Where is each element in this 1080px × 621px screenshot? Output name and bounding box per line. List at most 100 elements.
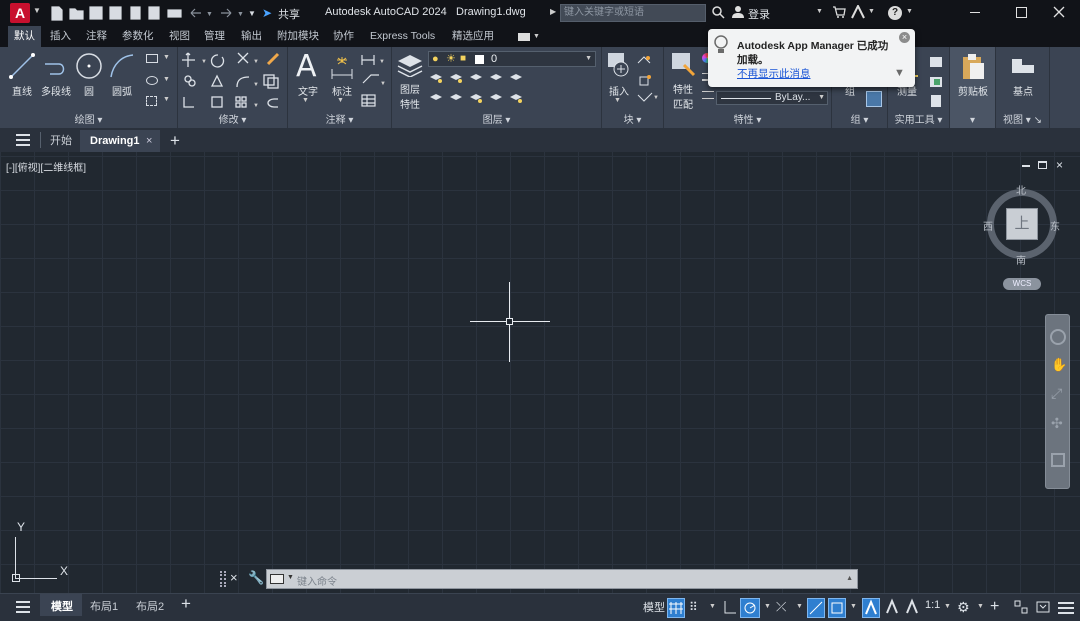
annotation-autoscale-icon[interactable] [884, 598, 902, 618]
signin-button[interactable]: 登录 [748, 6, 770, 22]
dimension-button[interactable]: 标注 [328, 83, 356, 98]
layer-tools-icons[interactable] [428, 71, 564, 111]
insert-dropdown-icon[interactable]: ▼ [614, 97, 621, 104]
tab-output[interactable]: 输出 [241, 26, 262, 47]
orbit-icon[interactable]: ✣ [1051, 415, 1063, 432]
isodraft-icon[interactable]: ⤫ [776, 598, 792, 618]
viewcube[interactable]: 北 南 东 西 上 [983, 186, 1060, 267]
boundary-dropdown-icon[interactable]: ▼ [163, 96, 170, 103]
share-icon[interactable]: ➤ [262, 6, 272, 20]
scale-dropdown-icon[interactable]: ▼ [944, 603, 951, 610]
modify-panel-title[interactable]: 修改 ▾ [178, 111, 287, 126]
basepoint-icon[interactable] [1010, 55, 1036, 77]
notification-expand-icon[interactable]: ▼ [894, 67, 905, 79]
object-snap-icon[interactable] [828, 598, 846, 618]
search-input[interactable]: 键入关键字或短语 [560, 4, 706, 22]
layer-dropdown[interactable]: ● ☀ ■ 0 ▼ [428, 51, 596, 67]
circle-button[interactable]: 圆 [78, 83, 100, 98]
line-button[interactable]: 直线 [6, 83, 38, 98]
file-menu-icon[interactable] [16, 134, 30, 146]
tab-drawing1-label[interactable]: Drawing1 [90, 130, 140, 152]
compass-south[interactable]: 南 [1016, 252, 1026, 267]
clipboard-dropdown-icon[interactable]: ▾ [950, 115, 995, 126]
layout-menu-icon[interactable] [16, 601, 30, 613]
ribbon-minimize-dropdown-icon[interactable]: ▼ [533, 33, 540, 40]
user-icon[interactable] [731, 5, 745, 19]
autodesk-a360-icon[interactable] [850, 5, 866, 19]
workspace-gear-icon[interactable]: ⚙ [957, 598, 973, 618]
hatch-dropdown-icon[interactable]: ▼ [163, 76, 170, 83]
showmotion-icon[interactable] [1051, 453, 1065, 467]
pan-icon[interactable]: ✋ [1051, 357, 1067, 372]
units-icon[interactable] [1013, 598, 1029, 618]
isodraft-dropdown-icon[interactable]: ▼ [796, 603, 803, 610]
tab-model-label[interactable]: 模型 [51, 598, 73, 614]
viewport-close-icon[interactable]: × [1056, 158, 1063, 172]
layer-properties-icon[interactable] [396, 51, 424, 77]
annotation-scale-value[interactable]: 1:1 [925, 599, 940, 611]
block-panel-title[interactable]: 块 ▾ [602, 111, 663, 126]
drawing-canvas[interactable]: [-][俯视][二维线框] × 北 南 东 西 上 WCS ✋ ⤢ ✣ Y X … [0, 152, 1080, 593]
autocad-logo[interactable]: A [10, 3, 30, 23]
boundary-icon[interactable] [146, 96, 157, 106]
annotation-scale-icon[interactable] [904, 598, 922, 618]
tab-layout2[interactable]: 布局2 [136, 598, 164, 614]
clean-screen-icon[interactable] [1035, 598, 1053, 618]
search-icon[interactable] [711, 5, 725, 19]
dont-show-again-link[interactable]: 不再显示此消息 [737, 66, 811, 81]
model-space-button[interactable]: 模型 [643, 599, 665, 615]
maximize-button[interactable] [1016, 7, 1027, 18]
linetype-icon[interactable] [702, 91, 714, 99]
share-button[interactable]: 共享 [278, 6, 300, 22]
tab-manage[interactable]: 管理 [204, 26, 225, 47]
command-history-dropdown-icon[interactable]: ▼ [287, 574, 294, 581]
close-button[interactable] [1052, 5, 1066, 19]
command-close-icon[interactable]: × [230, 570, 238, 585]
annotation-panel-title[interactable]: 注释 ▾ [288, 111, 391, 126]
notification-close-icon[interactable]: × [899, 32, 910, 43]
linetype-dropdown[interactable]: ByLay... ▼ [716, 91, 828, 105]
compass-west[interactable]: 西 [983, 218, 993, 233]
command-input[interactable]: ▼ 键入命令 ▲ [266, 569, 858, 589]
snap-dropdown-icon[interactable]: ▼ [709, 603, 716, 610]
circle-icon[interactable] [74, 51, 104, 81]
utilities-panel-title[interactable]: 实用工具 ▾ [888, 111, 949, 126]
polar-dropdown-icon[interactable]: ▼ [764, 603, 771, 610]
help-dropdown-icon[interactable]: ▼ [906, 8, 913, 15]
tab-express-tools[interactable]: Express Tools [370, 26, 435, 47]
polyline-button[interactable]: 多段线 [38, 83, 74, 98]
workspace-dropdown-icon[interactable]: ▼ [977, 603, 984, 610]
match-properties-button[interactable]: 特性 匹配 [666, 81, 700, 111]
draw-panel-title[interactable]: 绘图 ▾ [0, 111, 177, 126]
wcs-menu[interactable]: WCS [1003, 278, 1041, 290]
command-grip-icon[interactable] [220, 571, 226, 587]
polyline-icon[interactable] [42, 52, 70, 80]
tab-close-icon[interactable]: × [146, 135, 152, 147]
arc-icon[interactable] [108, 52, 136, 80]
tab-default[interactable]: 默认 [8, 26, 41, 47]
line-icon[interactable] [8, 52, 36, 80]
steering-wheel-icon[interactable] [1050, 329, 1066, 345]
tab-annotate[interactable]: 注释 [86, 26, 107, 47]
dimension-dropdown-icon[interactable]: ▼ [337, 97, 344, 104]
grid-display-icon[interactable] [667, 598, 685, 618]
compass-north[interactable]: 北 [1016, 182, 1026, 197]
hatch-icon[interactable] [146, 76, 158, 85]
app-menu-arrow-icon[interactable]: ▼ [33, 6, 41, 15]
viewcube-top-face[interactable]: 上 [1006, 208, 1038, 240]
layer-properties-button[interactable]: 图层 特性 [394, 81, 426, 111]
object-snap-tracking-icon[interactable] [807, 598, 825, 618]
zoom-icon[interactable]: ⤢ [1051, 385, 1062, 402]
annotation-visibility-icon[interactable] [862, 598, 880, 618]
cart-icon[interactable] [832, 5, 846, 19]
ribbon-minimize-icon[interactable] [518, 33, 530, 41]
viewport-controls-label[interactable]: [-][俯视][二维线框] [6, 159, 86, 174]
arc-button[interactable]: 圆弧 [106, 83, 138, 98]
viewport-minimize-icon[interactable] [1022, 165, 1030, 167]
polar-tracking-icon[interactable] [740, 598, 760, 618]
tab-view[interactable]: 视图 [169, 26, 190, 47]
tab-start[interactable]: 开始 [50, 130, 72, 152]
layers-panel-title[interactable]: 图层 ▾ [392, 111, 601, 126]
viewport-restore-icon[interactable] [1038, 161, 1047, 169]
osnap-dropdown-icon[interactable]: ▼ [850, 603, 857, 610]
